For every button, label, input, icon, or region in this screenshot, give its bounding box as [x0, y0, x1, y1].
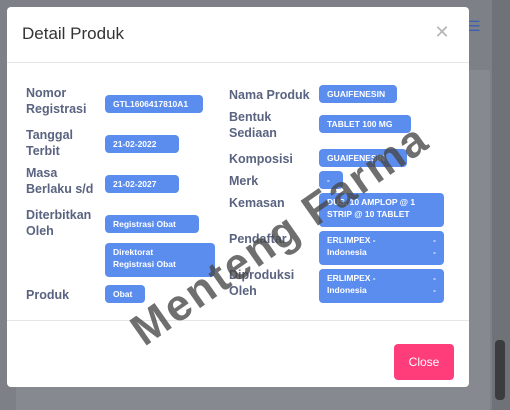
- label-diproduksi-oleh: Diproduksi Oleh: [229, 268, 295, 298]
- value-direktorat: Direktorat Registrasi Obat: [105, 243, 215, 277]
- value-nomor-registrasi: GTL1606417810A1: [105, 95, 203, 113]
- label-kemasan: Kemasan: [229, 196, 285, 210]
- value-komposisi: GUAIFENESIN: [319, 149, 407, 167]
- background-scrollbar-thumb: [495, 340, 505, 400]
- value-diterbitkan-oleh: Registrasi Obat: [105, 215, 199, 233]
- value-bentuk-sediaan: TABLET 100 MG: [319, 115, 411, 133]
- label-pendaftar: Pendaftar: [229, 232, 287, 246]
- value-merk: -: [319, 171, 343, 189]
- close-icon[interactable]: ✕: [432, 23, 452, 43]
- modal-header: Detail Produk ✕: [7, 7, 469, 63]
- modal-title: Detail Produk: [22, 24, 125, 43]
- label-tanggal-terbit: Tanggal Terbit: [26, 128, 73, 158]
- value-tanggal-terbit: 21-02-2022: [105, 135, 179, 153]
- modal-footer: Close: [7, 320, 469, 387]
- value-pendaftar: ERLIMPEX - Indonesia --: [319, 231, 444, 265]
- label-nomor-registrasi: Nomor Registrasi: [26, 86, 87, 116]
- value-produk: Obat: [105, 285, 145, 303]
- label-bentuk-sediaan: Bentuk Sediaan: [229, 110, 277, 140]
- close-button[interactable]: Close: [394, 344, 454, 380]
- value-masa-berlaku: 21-02-2027: [105, 175, 179, 193]
- product-detail-modal: Detail Produk ✕ Nomor Registrasi GTL16064…: [7, 7, 469, 387]
- label-diterbitkan-oleh: Diterbitkan Oleh: [26, 208, 92, 238]
- modal-body: Nomor Registrasi GTL1606417810A1 Tanggal T…: [7, 63, 469, 321]
- label-produk: Produk: [26, 288, 70, 302]
- menu-icon: ☰: [468, 19, 481, 35]
- label-merk: Merk: [229, 174, 259, 188]
- value-kemasan: DUS, 10 AMPLOP @ 1 STRIP @ 10 TABLET: [319, 193, 444, 227]
- label-komposisi: Komposisi: [229, 152, 293, 166]
- value-diproduksi-oleh: ERLIMPEX - Indonesia --: [319, 269, 444, 303]
- label-nama-produk: Nama Produk: [229, 88, 310, 102]
- label-masa-berlaku: Masa Berlaku s/d: [26, 166, 94, 196]
- value-nama-produk: GUAIFENESIN: [319, 85, 397, 103]
